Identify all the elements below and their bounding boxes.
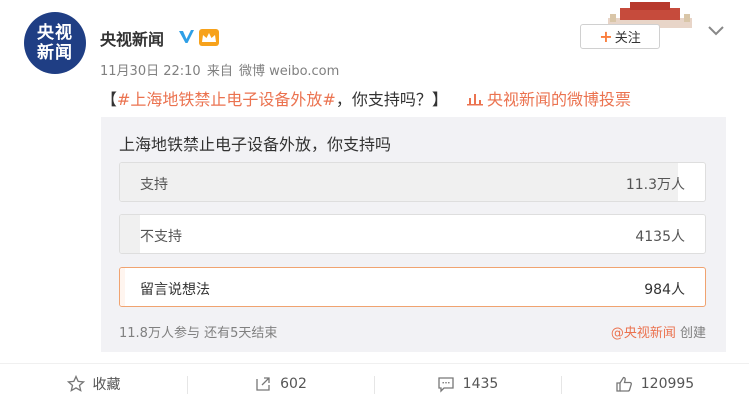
poll-creator-info: @央视新闻 创建 xyxy=(611,322,706,341)
post-meta: 11月30日 22:10 来自 微博 weibo.com xyxy=(100,60,341,79)
poll-option-oppose[interactable]: 不支持 4135人 xyxy=(119,214,706,254)
post-content: 【#上海地铁禁止电子设备外放#，你支持吗？】 央视新闻的微博投票 xyxy=(101,86,631,110)
avatar-text-line2: 新闻 xyxy=(37,43,73,63)
bar-chart-icon xyxy=(466,94,483,106)
favorite-label: 收藏 xyxy=(92,377,121,393)
repost-button[interactable]: 602 xyxy=(187,364,374,403)
topic-link[interactable]: #上海地铁禁止电子设备外放# xyxy=(117,90,336,109)
action-bar: 收藏 602 1435 120995 xyxy=(0,363,749,403)
vote-link[interactable]: 央视新闻的微博投票 xyxy=(466,90,631,109)
comment-icon xyxy=(438,377,454,393)
poll-creator-link[interactable]: @央视新闻 xyxy=(611,326,676,341)
poll-title: 上海地铁禁止电子设备外放，你支持吗 xyxy=(119,135,392,154)
poll-option-bar xyxy=(120,163,678,201)
poll-option-count: 11.3万人 xyxy=(625,177,685,193)
comment-button[interactable]: 1435 xyxy=(374,364,561,403)
avatar[interactable]: 央视 新闻 xyxy=(24,12,86,74)
poll-option-label: 不支持 xyxy=(140,229,182,245)
plus-icon: + xyxy=(599,27,613,46)
poll-participants: 11.8万人参与 xyxy=(119,326,200,341)
vote-link-text: 央视新闻的微博投票 xyxy=(486,90,631,109)
repost-count: 602 xyxy=(280,376,307,392)
poll-option-label: 留言说想法 xyxy=(140,282,210,298)
poll-option-comment[interactable]: 留言说想法 984人 xyxy=(119,267,706,307)
poll-option-count: 4135人 xyxy=(635,229,685,245)
chevron-down-icon[interactable] xyxy=(706,24,726,38)
source-prefix: 来自 xyxy=(206,64,233,79)
follow-button[interactable]: + 关注 xyxy=(580,24,660,49)
post-date[interactable]: 11月30日 22:10 xyxy=(100,64,201,79)
poll-option-bar xyxy=(120,268,125,306)
star-icon xyxy=(66,375,85,392)
follow-label: 关注 xyxy=(614,31,641,46)
avatar-text-line1: 央视 xyxy=(37,23,73,43)
close-bracket: 】 xyxy=(431,90,448,109)
poll-option-count: 984人 xyxy=(644,282,685,298)
vip-member-icon[interactable] xyxy=(199,29,219,46)
share-icon xyxy=(256,377,270,391)
thumbs-up-icon xyxy=(616,376,632,392)
favorite-button[interactable]: 收藏 xyxy=(0,364,187,403)
poll-card: 上海地铁禁止电子设备外放，你支持吗 支持 11.3万人 不支持 4135人 留言… xyxy=(101,117,726,352)
post-source[interactable]: 微博 weibo.com xyxy=(239,64,339,79)
content-text: ，你支持吗？ xyxy=(335,90,432,109)
open-bracket: 【 xyxy=(101,90,118,109)
poll-option-label: 支持 xyxy=(140,177,168,193)
verified-badge-icon xyxy=(179,30,194,43)
poll-creator-suffix: 创建 xyxy=(679,326,706,341)
poll-option-support[interactable]: 支持 11.3万人 xyxy=(119,162,706,202)
comment-count: 1435 xyxy=(462,376,499,392)
author-name[interactable]: 央视新闻 xyxy=(100,26,164,50)
poll-option-bar xyxy=(120,215,141,253)
like-button[interactable]: 120995 xyxy=(561,364,748,403)
like-count: 120995 xyxy=(640,376,695,392)
poll-remaining: 还有5天结束 xyxy=(204,326,278,341)
poll-status: 11.8万人参与 还有5天结束 xyxy=(119,322,277,341)
